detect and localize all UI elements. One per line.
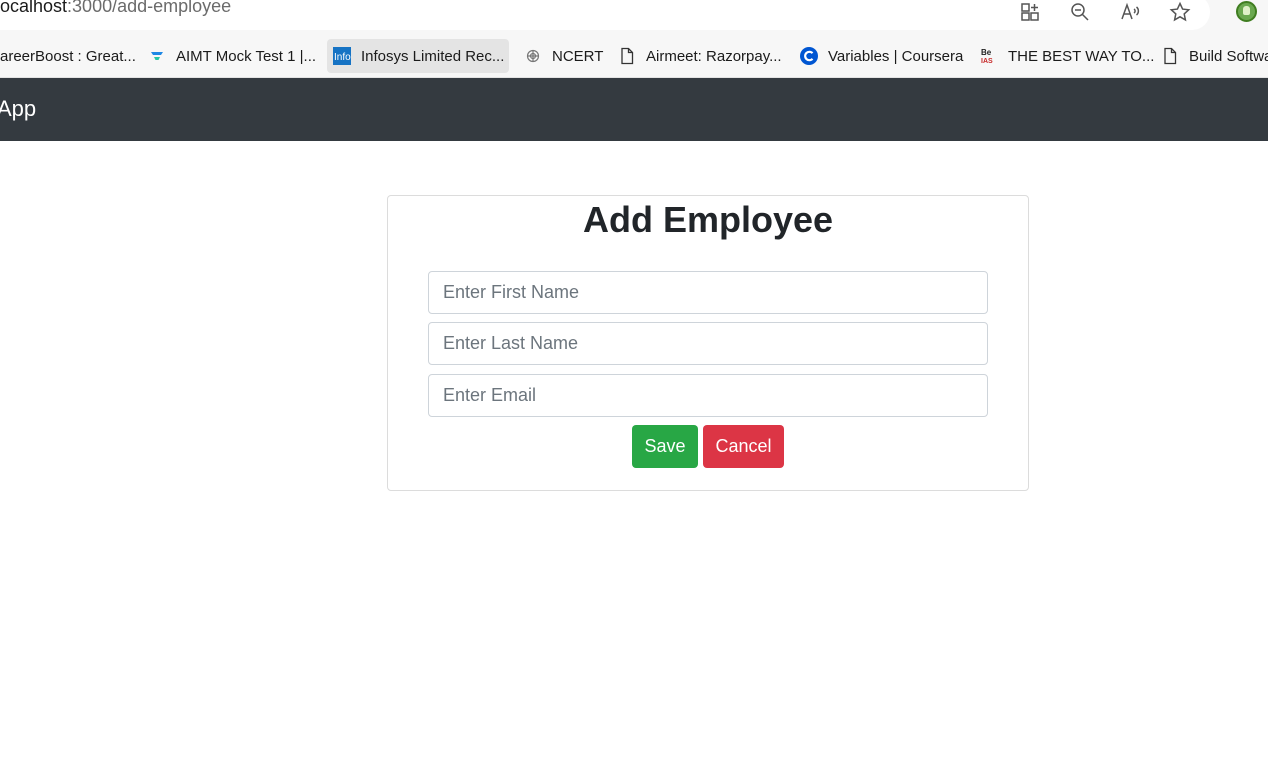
bookmark-label: NCERT xyxy=(552,47,604,65)
bookmark-aimt[interactable]: AIMT Mock Test 1 |... xyxy=(142,39,322,73)
app-grid-icon[interactable] xyxy=(1019,1,1041,23)
bookmarks-bar: areerBoost : Great... AIMT Mock Test 1 |… xyxy=(0,31,1268,78)
svg-text:IAS: IAS xyxy=(981,58,993,65)
save-button[interactable]: Save xyxy=(632,425,698,468)
svg-text:Info: Info xyxy=(334,52,351,63)
bookmark-label: Build Softwa xyxy=(1189,47,1268,65)
bookmark-careerboost[interactable]: areerBoost : Great... xyxy=(0,39,142,73)
beias-icon: Be IAS xyxy=(980,47,998,65)
last-name-input[interactable] xyxy=(428,322,988,365)
bookmark-best-way[interactable]: Be IAS THE BEST WAY TO... xyxy=(974,39,1160,73)
cancel-button[interactable]: Cancel xyxy=(703,425,784,468)
bookmark-airmeet[interactable]: Airmeet: Razorpay... xyxy=(612,39,788,73)
bookmark-label: AIMT Mock Test 1 |... xyxy=(176,47,317,65)
zoom-out-icon[interactable] xyxy=(1069,1,1091,23)
aimt-icon xyxy=(148,47,166,65)
ncert-icon xyxy=(524,47,542,65)
bookmark-label: Variables | Coursera xyxy=(828,47,964,65)
page-icon xyxy=(1161,47,1179,65)
bookmark-coursera[interactable]: Variables | Coursera xyxy=(794,39,969,73)
bookmark-label: areerBoost : Great... xyxy=(0,47,136,65)
email-input[interactable] xyxy=(428,374,988,417)
url-text[interactable]: ocalhost:3000/add-employee xyxy=(0,0,231,17)
profile-avatar-icon[interactable] xyxy=(1236,1,1257,22)
svg-text:Be: Be xyxy=(981,48,992,57)
page-title: Add Employee xyxy=(582,199,834,240)
app-brand[interactable]: t App xyxy=(0,96,36,122)
app-navbar: t App xyxy=(0,78,1268,141)
favorite-star-icon[interactable] xyxy=(1169,1,1191,23)
bookmark-label: Infosys Limited Rec... xyxy=(361,47,505,65)
url-host: ocalhost xyxy=(0,0,68,16)
read-aloud-icon[interactable] xyxy=(1119,1,1141,23)
bookmark-infosys[interactable]: Info Infosys Limited Rec... xyxy=(327,39,509,73)
first-name-input[interactable] xyxy=(428,271,988,314)
infosys-icon: Info xyxy=(333,47,351,65)
address-bar: ocalhost:3000/add-employee xyxy=(0,0,1268,31)
page-icon xyxy=(618,47,636,65)
bookmark-build-software[interactable]: Build Softwa xyxy=(1155,39,1268,73)
add-employee-card: Add Employee Save Cancel xyxy=(387,195,1029,491)
bookmark-label: Airmeet: Razorpay... xyxy=(646,47,782,65)
coursera-icon xyxy=(800,47,818,65)
bookmark-label: THE BEST WAY TO... xyxy=(1008,47,1155,65)
bookmark-ncert[interactable]: NCERT xyxy=(518,39,609,73)
url-path: :3000/add-employee xyxy=(67,0,232,16)
